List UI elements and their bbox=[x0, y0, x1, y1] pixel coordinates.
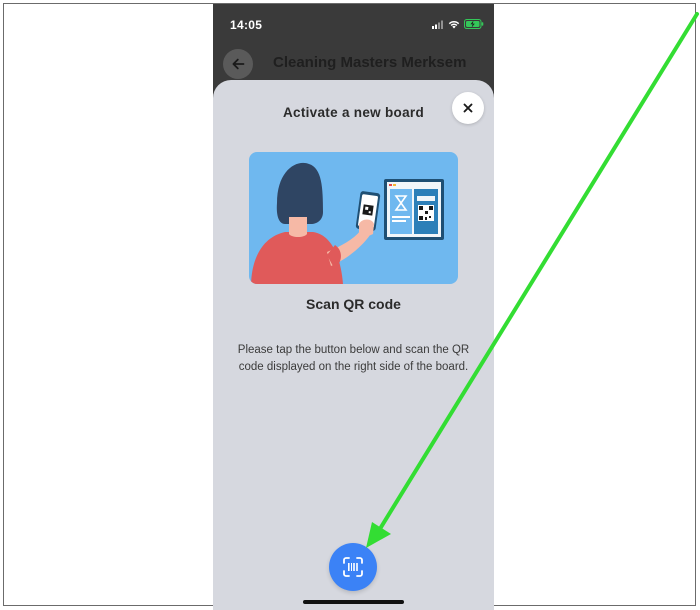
screenshot-canvas: 14:05 Cleaning Masters Merksem Activate … bbox=[0, 0, 700, 610]
home-indicator bbox=[303, 600, 404, 604]
back-button[interactable] bbox=[223, 49, 253, 79]
scan-qr-heading: Scan QR code bbox=[306, 296, 401, 312]
board-illustration bbox=[384, 179, 444, 240]
status-bar: 14:05 bbox=[213, 4, 494, 48]
status-time: 14:05 bbox=[230, 18, 263, 32]
battery-charging-icon bbox=[464, 19, 484, 29]
nav-bar: Cleaning Masters Merksem bbox=[213, 44, 494, 84]
activate-board-sheet: Activate a new board Scan QR code Please… bbox=[213, 80, 494, 610]
scan-qr-button[interactable] bbox=[329, 543, 377, 591]
signal-icon bbox=[432, 20, 443, 29]
scan-instructions: Please tap the button below and scan the… bbox=[237, 344, 470, 373]
scan-board-illustration bbox=[249, 152, 458, 284]
page-title: Cleaning Masters Merksem bbox=[273, 54, 467, 71]
barcode-scan-icon bbox=[343, 557, 363, 577]
wifi-icon bbox=[448, 20, 460, 28]
phone-screen: 14:05 Cleaning Masters Merksem Activate … bbox=[213, 4, 494, 610]
close-icon bbox=[463, 103, 473, 113]
arrow-left-icon bbox=[232, 58, 245, 70]
status-icons bbox=[432, 19, 484, 29]
close-button[interactable] bbox=[452, 92, 484, 124]
